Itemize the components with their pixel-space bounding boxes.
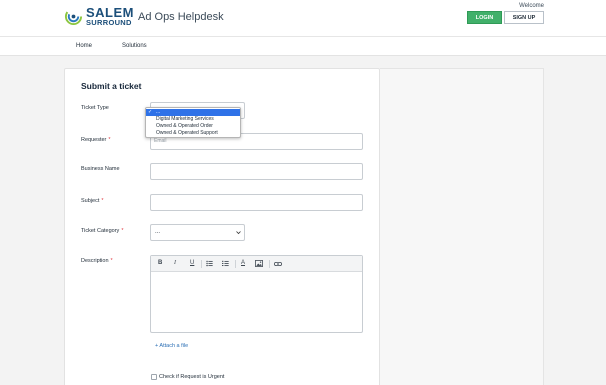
subject-label: Subject *: [81, 198, 104, 204]
bold-button[interactable]: B: [158, 260, 162, 266]
toolbar-divider: [269, 260, 270, 268]
salem-surround-logo[interactable]: SALEM SURROUND: [64, 5, 134, 28]
business-name-label: Business Name: [81, 166, 120, 172]
description-label: Description *: [81, 258, 113, 264]
urgent-checkbox[interactable]: [151, 374, 157, 380]
swirl-logo-icon: [64, 7, 83, 26]
bullet-list-icon[interactable]: [206, 260, 213, 267]
italic-button[interactable]: I: [174, 260, 176, 266]
nav-item-home[interactable]: Home: [76, 43, 92, 49]
requester-label: Requester *: [81, 137, 111, 143]
ticket-type-dropdown-menu: ✓ ... Digital Marketing Services Owned &…: [145, 107, 241, 138]
font-color-button[interactable]: A: [241, 260, 245, 266]
subject-field[interactable]: [150, 194, 363, 211]
top-header: SALEM SURROUND Ad Ops Helpdesk Welcome L…: [0, 0, 606, 37]
login-button[interactable]: LOGIN: [467, 11, 502, 24]
ticket-category-value: ...: [155, 229, 161, 235]
ticket-type-option-digital-marketing[interactable]: Digital Marketing Services: [146, 116, 240, 123]
logo-text-surround: SURROUND: [86, 18, 132, 27]
ticket-type-option-oo-support[interactable]: Owned & Operated Support: [146, 130, 240, 137]
urgent-checkbox-label: Check if Request is Urgent: [159, 374, 225, 380]
site-title: Ad Ops Helpdesk: [138, 11, 224, 23]
editor-toolbar: B I U A: [151, 256, 362, 272]
form-title: Submit a ticket: [81, 81, 142, 91]
ticket-category-select[interactable]: ...: [150, 224, 245, 241]
ticket-type-option-oo-order[interactable]: Owned & Operated Order: [146, 123, 240, 130]
main-nav: Home Solutions: [0, 37, 606, 56]
side-panel: [380, 68, 544, 385]
signup-button[interactable]: SIGN UP: [504, 11, 544, 24]
nav-item-solutions[interactable]: Solutions: [122, 43, 147, 49]
numbered-list-icon[interactable]: [222, 260, 229, 267]
toolbar-divider: [201, 260, 202, 268]
checkmark-icon: ✓: [148, 109, 153, 115]
welcome-text: Welcome: [519, 3, 544, 9]
ticket-category-label: Ticket Category *: [81, 228, 124, 234]
link-icon[interactable]: [274, 261, 282, 267]
business-name-field[interactable]: [150, 163, 363, 180]
ticket-type-option-empty[interactable]: ✓ ...: [146, 109, 240, 116]
insert-image-icon[interactable]: [255, 260, 263, 267]
chevron-down-icon: [236, 231, 241, 235]
toolbar-divider: [235, 260, 236, 268]
ticket-type-label: Ticket Type: [81, 105, 109, 111]
description-editor[interactable]: B I U A: [150, 255, 363, 333]
attach-file-link[interactable]: + Attach a file: [155, 343, 188, 349]
underline-button[interactable]: U: [190, 260, 194, 266]
